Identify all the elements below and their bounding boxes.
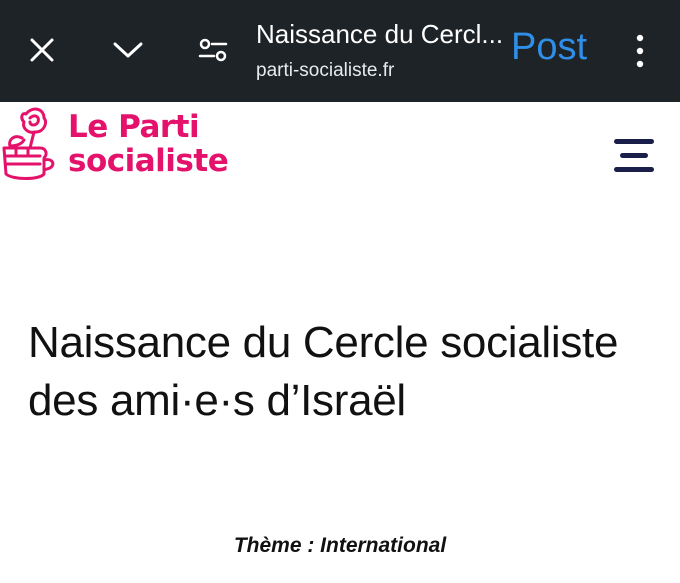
logo-line-1: Le Parti	[68, 109, 200, 145]
article-theme: Thème : International	[233, 534, 447, 557]
tune-icon[interactable]	[198, 36, 228, 64]
close-icon[interactable]	[28, 36, 56, 64]
hamburger-bar-top	[614, 139, 654, 144]
article-title: Naissance du Cercle socialiste des ami·e…	[28, 318, 619, 425]
logo-line-2: socialiste	[68, 143, 229, 179]
tab-page-title: Naissance du Cercl...	[256, 19, 502, 49]
chevron-down-icon[interactable]	[112, 40, 144, 60]
hamburger-bar-middle	[620, 153, 648, 158]
post-button[interactable]: Post	[511, 24, 587, 70]
hamburger-bar-bottom	[614, 167, 654, 172]
more-vertical-icon[interactable]	[634, 33, 646, 69]
site-logo[interactable]: Le Parti socialiste	[68, 109, 229, 179]
url-block[interactable]: Naissance du Cercl... parti-socialiste.f…	[256, 18, 502, 84]
rose-fist-logo-icon[interactable]	[0, 104, 62, 182]
url-domain: parti-socialiste.fr	[256, 60, 395, 81]
browser-toolbar: Naissance du Cercl... parti-socialiste.f…	[0, 0, 680, 102]
hamburger-menu-icon[interactable]	[614, 139, 654, 173]
